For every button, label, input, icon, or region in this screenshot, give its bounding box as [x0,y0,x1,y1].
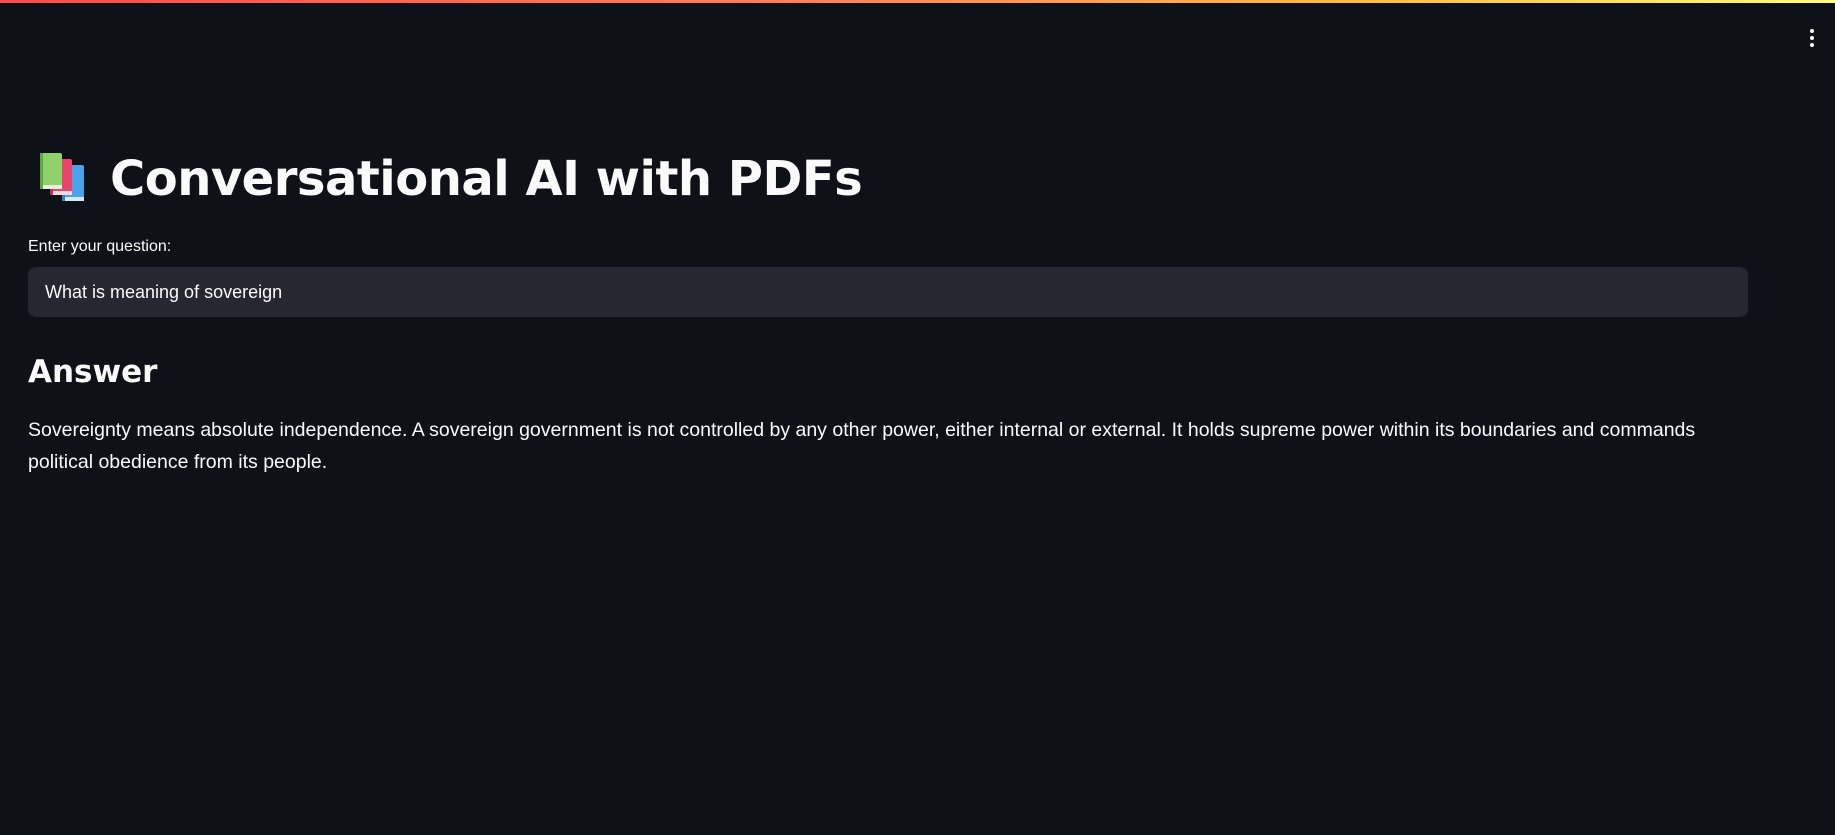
vertical-ellipsis-icon [1810,29,1814,33]
app-root: Conversational AI with PDFs Enter your q… [0,0,1835,835]
question-input[interactable] [28,267,1748,317]
books-icon [40,153,84,201]
answer-heading: Answer [28,354,158,390]
question-label: Enter your question: [28,238,172,255]
page-title: Conversational AI with PDFs [110,151,863,207]
answer-text: Sovereignty means absolute independence.… [28,419,1696,473]
vertical-ellipsis-icon-dot-2 [1810,36,1814,40]
main-menu-button[interactable] [1803,26,1821,50]
title-row: Conversational AI with PDFs [36,146,863,212]
header-accent-bar [0,0,1835,3]
vertical-ellipsis-icon-dot-3 [1810,43,1814,47]
